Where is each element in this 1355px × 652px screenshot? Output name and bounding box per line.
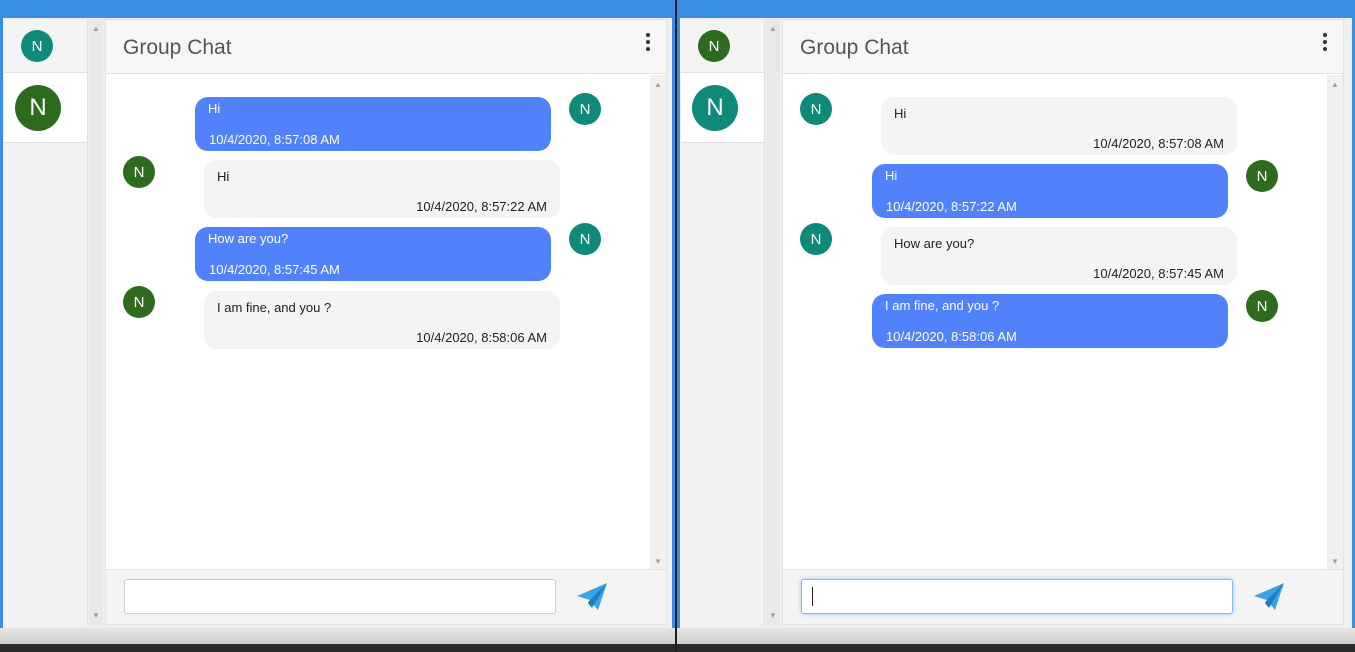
message-timestamp: 10/4/2020, 8:57:22 AM <box>416 199 547 214</box>
text-caret <box>812 587 813 606</box>
message-bubble-sent: Hi 10/4/2020, 8:57:08 AM <box>195 97 551 151</box>
composer-bar <box>106 569 666 624</box>
message-timestamp: 10/4/2020, 8:58:06 AM <box>416 330 547 345</box>
chevron-up-icon[interactable]: ▲ <box>654 80 662 89</box>
window-bottom-edge <box>677 628 1355 644</box>
window-bottom-edge <box>0 628 675 644</box>
sidebar-header: N <box>681 19 764 73</box>
chat-panel: Group Chat N Hi 10/4/2020, 8:57:08 AM Hi… <box>782 19 1344 625</box>
message-text: I am fine, and you ? <box>217 300 332 315</box>
kebab-menu-icon[interactable] <box>644 33 652 51</box>
sender-avatar: N <box>569 223 601 255</box>
message-text: How are you? <box>208 231 289 246</box>
message-list: Hi 10/4/2020, 8:57:08 AM N N Hi 10/4/202… <box>106 75 650 569</box>
group-avatar: N <box>15 85 61 131</box>
sender-avatar: N <box>123 286 155 318</box>
chevron-down-icon[interactable]: ▼ <box>654 557 662 566</box>
message-bubble-received: Hi 10/4/2020, 8:57:22 AM <box>204 160 560 218</box>
chevron-up-icon[interactable]: ▲ <box>1331 80 1339 89</box>
sender-avatar: N <box>1246 160 1278 192</box>
paper-plane-icon[interactable] <box>576 582 608 612</box>
message-bubble-received: I am fine, and you ? 10/4/2020, 8:58:06 … <box>204 291 560 349</box>
message-timestamp: 10/4/2020, 8:57:08 AM <box>209 132 340 147</box>
message-bubble-received: Hi 10/4/2020, 8:57:08 AM <box>881 97 1237 155</box>
chevron-up-icon[interactable]: ▲ <box>769 24 777 33</box>
group-avatar: N <box>692 85 738 131</box>
message-list: N Hi 10/4/2020, 8:57:08 AM Hi 10/4/2020,… <box>783 75 1327 569</box>
app-client-area: N N ▲ ▼ Group Chat N Hi 10/4/2020, 8:57:… <box>680 18 1352 628</box>
taskbar-strip <box>677 644 1355 652</box>
message-text: Hi <box>894 106 907 121</box>
sidebar-scrollbar[interactable]: ▲ ▼ <box>766 19 780 625</box>
sender-avatar: N <box>123 156 155 188</box>
chevron-down-icon[interactable]: ▼ <box>92 611 100 620</box>
sidebar-item-group-chat[interactable]: N <box>681 73 764 143</box>
message-text: I am fine, and you ? <box>885 298 1000 313</box>
message-timestamp: 10/4/2020, 8:57:22 AM <box>886 199 1017 214</box>
message-scrollbar[interactable]: ▲ ▼ <box>1327 75 1343 569</box>
message-text: Hi <box>208 101 221 116</box>
message-timestamp: 10/4/2020, 8:57:08 AM <box>1093 136 1224 151</box>
message-timestamp: 10/4/2020, 8:57:45 AM <box>1093 266 1224 281</box>
chevron-up-icon[interactable]: ▲ <box>92 24 100 33</box>
message-timestamp: 10/4/2020, 8:58:06 AM <box>886 329 1017 344</box>
sidebar-item-group-chat[interactable]: N <box>4 73 87 143</box>
chevron-down-icon[interactable]: ▼ <box>769 611 777 620</box>
paper-plane-icon[interactable] <box>1253 582 1285 612</box>
composer-bar <box>783 569 1343 624</box>
user-avatar[interactable]: N <box>698 30 730 62</box>
conversation-sidebar: N N <box>681 19 765 625</box>
message-bubble-received: How are you? 10/4/2020, 8:57:45 AM <box>881 227 1237 285</box>
message-text: Hi <box>885 168 898 183</box>
sidebar-scrollbar[interactable]: ▲ ▼ <box>89 19 103 625</box>
sender-avatar: N <box>800 223 832 255</box>
message-scrollbar[interactable]: ▲ ▼ <box>650 75 666 569</box>
sidebar-header: N <box>4 19 87 73</box>
message-timestamp: 10/4/2020, 8:57:45 AM <box>209 262 340 277</box>
taskbar-strip <box>0 644 675 652</box>
chat-panel: Group Chat Hi 10/4/2020, 8:57:08 AM N N … <box>105 19 667 625</box>
message-bubble-sent: Hi 10/4/2020, 8:57:22 AM <box>872 164 1228 218</box>
chat-header: Group Chat <box>106 20 666 74</box>
chat-header: Group Chat <box>783 20 1343 74</box>
chat-title: Group Chat <box>800 36 909 59</box>
message-text: Hi <box>217 169 230 184</box>
message-input[interactable] <box>801 579 1233 614</box>
app-client-area: N N ▲ ▼ Group Chat Hi 10/4/2020, 8:57:08… <box>3 18 672 628</box>
chevron-down-icon[interactable]: ▼ <box>1331 557 1339 566</box>
user-avatar[interactable]: N <box>21 30 53 62</box>
conversation-sidebar: N N <box>4 19 88 625</box>
sender-avatar: N <box>569 93 601 125</box>
chat-window-left: N N ▲ ▼ Group Chat Hi 10/4/2020, 8:57:08… <box>0 0 675 652</box>
message-text: How are you? <box>894 236 975 251</box>
message-bubble-sent: How are you? 10/4/2020, 8:57:45 AM <box>195 227 551 281</box>
kebab-menu-icon[interactable] <box>1321 33 1329 51</box>
message-bubble-sent: I am fine, and you ? 10/4/2020, 8:58:06 … <box>872 294 1228 348</box>
sender-avatar: N <box>1246 290 1278 322</box>
chat-title: Group Chat <box>123 36 232 59</box>
sender-avatar: N <box>800 93 832 125</box>
message-input[interactable] <box>124 579 556 614</box>
chat-window-right: N N ▲ ▼ Group Chat N Hi 10/4/2020, 8:57:… <box>677 0 1355 652</box>
